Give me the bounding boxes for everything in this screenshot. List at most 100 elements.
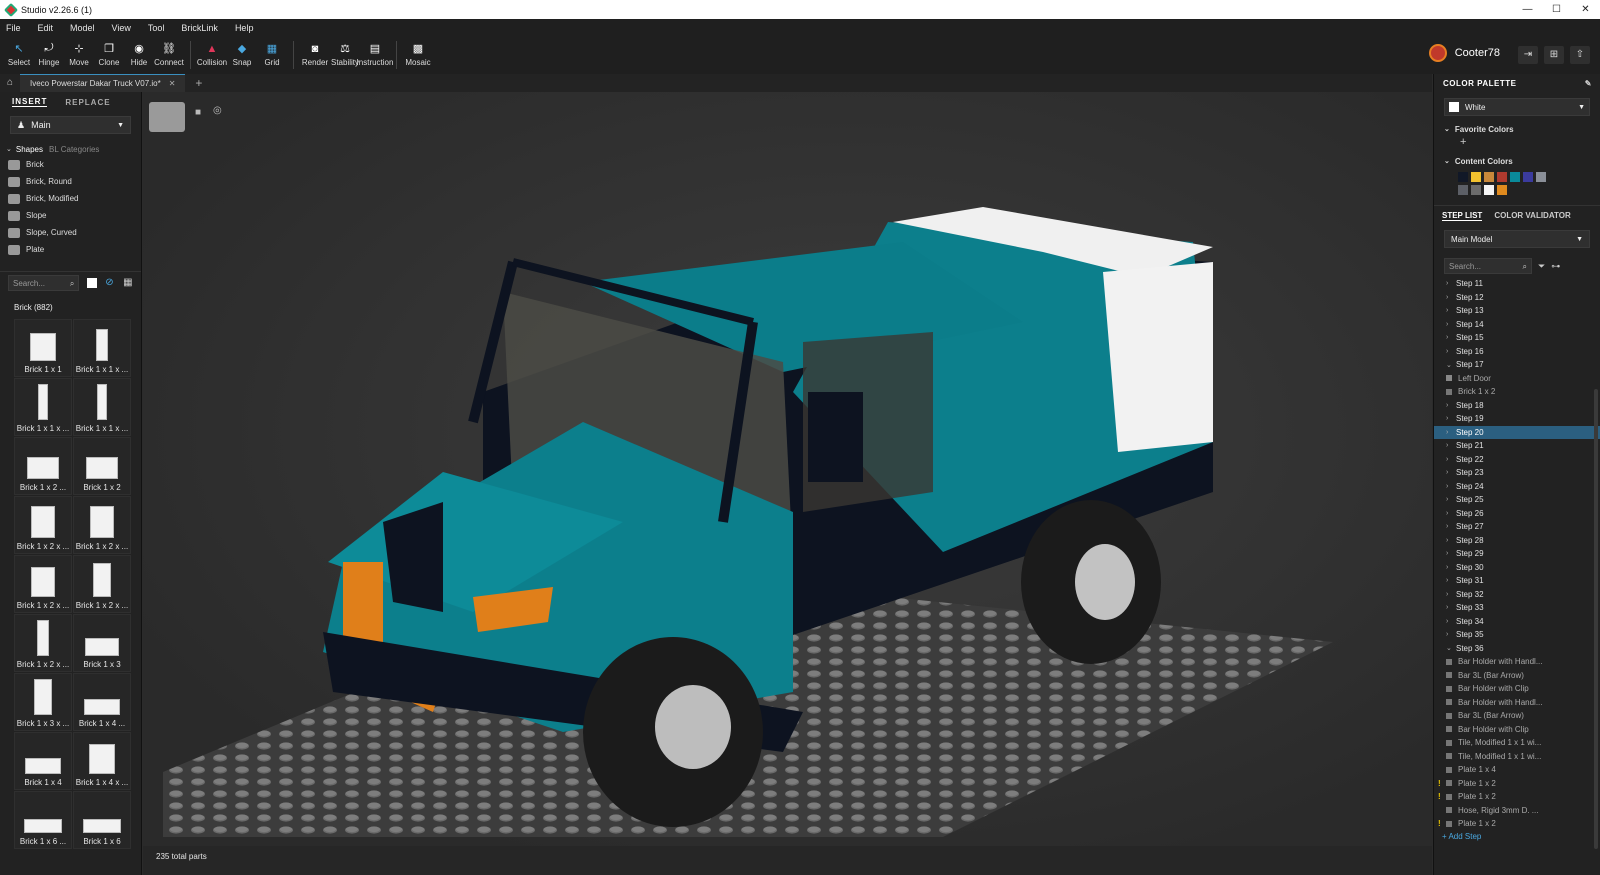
step-item[interactable]: › Step 29 bbox=[1434, 547, 1600, 561]
part-item[interactable]: ! Plate 1 x 2 bbox=[1434, 817, 1600, 831]
step-item[interactable]: › Step 21 bbox=[1434, 439, 1600, 453]
part-item[interactable]: Bar Holder with Handl... bbox=[1434, 696, 1600, 710]
chevron-icon[interactable]: › bbox=[1446, 523, 1456, 530]
step-search-input[interactable]: Search... ⌕ bbox=[1444, 258, 1532, 274]
content-colors-header[interactable]: ⌄ Content Colors bbox=[1434, 154, 1600, 168]
chevron-icon[interactable]: › bbox=[1446, 496, 1456, 503]
tab-color-validator[interactable]: COLOR VALIDATOR bbox=[1494, 211, 1570, 220]
collapse-chevron-icon[interactable]: ⌄ bbox=[6, 145, 12, 153]
stability-button[interactable]: ⚖ Stability bbox=[330, 42, 360, 67]
step-item[interactable]: ⌄ Step 36 bbox=[1434, 642, 1600, 656]
instruction-button[interactable]: ▤ Instruction bbox=[357, 42, 394, 67]
category-item[interactable]: Slope bbox=[0, 207, 141, 224]
cart-icon[interactable]: ⊞ bbox=[1544, 46, 1564, 64]
step-item[interactable]: › Step 20 bbox=[1434, 425, 1600, 439]
part-tile[interactable]: Brick 1 x 4 bbox=[14, 732, 72, 790]
color-swatch[interactable] bbox=[1458, 172, 1468, 182]
render-button[interactable]: ◙ Render bbox=[300, 42, 330, 68]
home-icon[interactable]: ⌂ bbox=[0, 74, 20, 92]
tab-bl-categories[interactable]: BL Categories bbox=[49, 145, 99, 154]
filter-icon[interactable]: ⏷ bbox=[1538, 261, 1545, 272]
chevron-icon[interactable]: › bbox=[1446, 510, 1456, 517]
part-tile[interactable]: Brick 1 x 2 x ... bbox=[73, 555, 131, 613]
part-item[interactable]: Bar Holder with Handl... bbox=[1434, 655, 1600, 669]
part-tile[interactable]: Brick 1 x 1 x ... bbox=[73, 319, 131, 377]
chevron-icon[interactable]: › bbox=[1446, 442, 1456, 449]
part-item[interactable]: Bar 3L (Bar Arrow) bbox=[1434, 709, 1600, 723]
color-swatch[interactable] bbox=[1458, 185, 1468, 195]
part-tile[interactable]: Brick 1 x 2 x ... bbox=[73, 496, 131, 554]
chevron-icon[interactable]: › bbox=[1446, 456, 1456, 463]
color-swatch[interactable] bbox=[1536, 172, 1546, 182]
minimize-button[interactable]: — bbox=[1513, 0, 1542, 19]
color-swatch[interactable] bbox=[1497, 172, 1507, 182]
new-tab-button[interactable]: + bbox=[195, 76, 202, 90]
chevron-icon[interactable]: › bbox=[1446, 483, 1456, 490]
part-tile[interactable]: Brick 1 x 4 ... bbox=[73, 673, 131, 731]
move-button[interactable]: ⊹ Move bbox=[64, 42, 94, 67]
color-swatch[interactable] bbox=[1484, 185, 1494, 195]
step-item[interactable]: › Step 31 bbox=[1434, 574, 1600, 588]
collision-button[interactable]: ▲ Collision bbox=[197, 42, 227, 68]
chevron-icon[interactable]: › bbox=[1446, 321, 1456, 328]
part-tile[interactable]: Brick 1 x 1 bbox=[14, 319, 72, 377]
part-tile[interactable]: Brick 1 x 1 x ... bbox=[73, 378, 131, 436]
part-item[interactable]: Bar 3L (Bar Arrow) bbox=[1434, 669, 1600, 683]
step-item[interactable]: › Step 32 bbox=[1434, 588, 1600, 602]
part-tile[interactable]: Brick 1 x 2 bbox=[73, 437, 131, 495]
category-item[interactable]: Brick, Modified bbox=[0, 190, 141, 207]
step-item[interactable]: › Step 15 bbox=[1434, 331, 1600, 345]
step-list-scrollbar[interactable] bbox=[1594, 389, 1598, 849]
step-item[interactable]: › Step 33 bbox=[1434, 601, 1600, 615]
step-item[interactable]: › Step 13 bbox=[1434, 304, 1600, 318]
color-picker-icon[interactable]: ✎ bbox=[1585, 79, 1592, 88]
part-tile[interactable]: Brick 1 x 2 x ... bbox=[14, 555, 72, 613]
document-tab[interactable]: Iveco Powerstar Dakar Truck V07.io* ✕ bbox=[20, 74, 186, 92]
menu-view[interactable]: View bbox=[112, 23, 131, 33]
close-window-button[interactable]: ✕ bbox=[1571, 0, 1600, 19]
part-item[interactable]: Bar Holder with Clip bbox=[1434, 723, 1600, 737]
parts-search-input[interactable]: Search... ⌕ bbox=[8, 274, 80, 291]
chevron-icon[interactable]: › bbox=[1446, 402, 1456, 409]
step-item[interactable]: › Step 19 bbox=[1434, 412, 1600, 426]
part-item[interactable]: Brick 1 x 2 bbox=[1434, 385, 1600, 399]
model-dropdown[interactable]: Main Model ▼ bbox=[1444, 230, 1590, 248]
chevron-icon[interactable]: › bbox=[1446, 604, 1456, 611]
chevron-icon[interactable]: › bbox=[1446, 537, 1456, 544]
step-item[interactable]: › Step 14 bbox=[1434, 318, 1600, 332]
part-tile[interactable]: Brick 1 x 2 x ... bbox=[14, 496, 72, 554]
view-color-icon[interactable]: ⊘ bbox=[105, 277, 115, 288]
step-item[interactable]: › Step 30 bbox=[1434, 561, 1600, 575]
submodel-item[interactable]: Left Door bbox=[1434, 372, 1600, 386]
color-selector[interactable]: White ▼ bbox=[1444, 98, 1590, 116]
color-swatch[interactable] bbox=[1523, 172, 1533, 182]
chevron-icon[interactable]: › bbox=[1446, 591, 1456, 598]
part-item[interactable]: Bar Holder with Clip bbox=[1434, 682, 1600, 696]
color-swatch[interactable] bbox=[1471, 172, 1481, 182]
3d-viewport[interactable]: ■ ◎ bbox=[143, 92, 1432, 846]
part-tile[interactable]: Brick 1 x 2 ... bbox=[14, 437, 72, 495]
chevron-icon[interactable]: › bbox=[1446, 294, 1456, 301]
step-item[interactable]: › Step 18 bbox=[1434, 399, 1600, 413]
chevron-icon[interactable]: › bbox=[1446, 415, 1456, 422]
step-item[interactable]: › Step 25 bbox=[1434, 493, 1600, 507]
part-tile[interactable]: Brick 1 x 3 bbox=[73, 614, 131, 672]
step-item[interactable]: › Step 24 bbox=[1434, 480, 1600, 494]
color-swatch[interactable] bbox=[1484, 172, 1494, 182]
mosaic-button[interactable]: ▩ Mosaic bbox=[403, 42, 433, 67]
part-item[interactable]: ! Plate 1 x 2 bbox=[1434, 790, 1600, 804]
step-item[interactable]: ⌄ Step 17 bbox=[1434, 358, 1600, 372]
part-item[interactable]: Tile, Modified 1 x 1 wi... bbox=[1434, 736, 1600, 750]
part-tile[interactable]: Brick 1 x 2 x ... bbox=[14, 614, 72, 672]
step-item[interactable]: › Step 34 bbox=[1434, 615, 1600, 629]
add-favorite-color-button[interactable]: + bbox=[1434, 136, 1600, 150]
category-item[interactable]: Plate bbox=[0, 241, 141, 258]
menu-help[interactable]: Help bbox=[235, 23, 254, 33]
step-item[interactable]: › Step 35 bbox=[1434, 628, 1600, 642]
chevron-icon[interactable]: ⌄ bbox=[1446, 644, 1456, 652]
chevron-icon[interactable]: › bbox=[1446, 577, 1456, 584]
tab-step-list[interactable]: STEP LIST bbox=[1442, 211, 1483, 221]
color-swatch[interactable] bbox=[1510, 172, 1520, 182]
step-item[interactable]: › Step 26 bbox=[1434, 507, 1600, 521]
step-item[interactable]: › Step 11 bbox=[1434, 277, 1600, 291]
